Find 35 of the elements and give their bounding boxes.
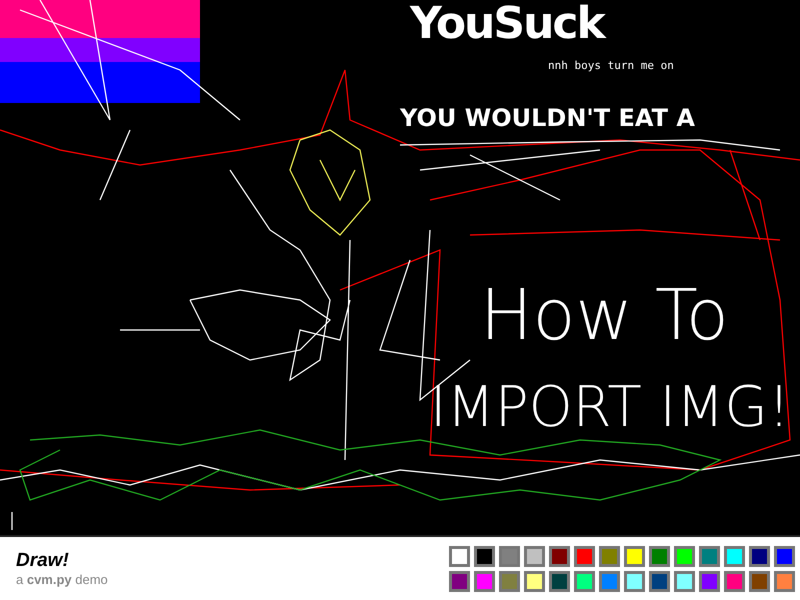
headline-text: YouSuck xyxy=(410,2,604,46)
color-swatch[interactable] xyxy=(449,546,470,566)
color-swatch[interactable] xyxy=(749,570,770,592)
color-swatch[interactable] xyxy=(624,570,645,592)
app-title: Draw! xyxy=(16,548,70,572)
color-swatch[interactable] xyxy=(699,570,720,592)
color-swatch[interactable] xyxy=(499,570,520,592)
color-swatch[interactable] xyxy=(699,546,720,566)
color-swatch[interactable] xyxy=(474,546,495,566)
color-swatch[interactable] xyxy=(774,546,795,566)
handwritten-text: How To xyxy=(480,280,729,350)
color-swatch[interactable] xyxy=(749,546,770,566)
color-swatch[interactable] xyxy=(549,546,570,566)
color-swatch[interactable] xyxy=(724,546,745,566)
color-swatch[interactable] xyxy=(649,546,670,566)
color-swatch[interactable] xyxy=(674,570,695,592)
color-swatch[interactable] xyxy=(574,546,595,566)
color-swatch[interactable] xyxy=(674,546,695,566)
canvas-text: YOU WOULDN'T EAT A xyxy=(400,106,695,130)
canvas-text: nnh boys turn me on xyxy=(548,60,674,71)
color-swatch[interactable] xyxy=(449,570,470,592)
color-swatch[interactable] xyxy=(599,570,620,592)
color-swatch[interactable] xyxy=(624,546,645,566)
color-swatch[interactable] xyxy=(474,570,495,592)
color-swatch[interactable] xyxy=(549,570,570,592)
color-swatch[interactable] xyxy=(774,570,795,592)
color-swatch[interactable] xyxy=(649,570,670,592)
handwritten-text: IMPORT IMG! xyxy=(430,380,790,436)
app-subtitle: a cvm.py demo xyxy=(16,572,108,588)
color-swatch[interactable] xyxy=(524,546,545,566)
color-swatch[interactable] xyxy=(524,570,545,592)
color-swatch[interactable] xyxy=(499,546,520,566)
color-swatch[interactable] xyxy=(574,570,595,592)
color-swatch[interactable] xyxy=(599,546,620,566)
color-swatch[interactable] xyxy=(724,570,745,592)
